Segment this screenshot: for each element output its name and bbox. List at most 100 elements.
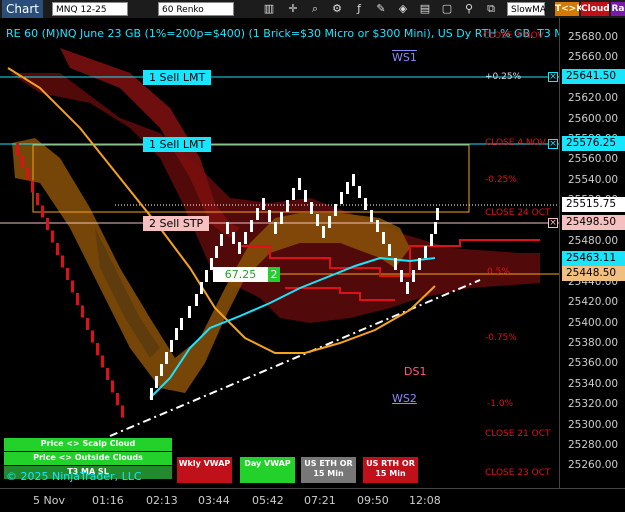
tk-toggle[interactable]: T<>K bbox=[555, 2, 583, 16]
renko-brick-up bbox=[205, 270, 208, 282]
price-tick: 25600.00 bbox=[568, 112, 619, 125]
time-tick: 07:21 bbox=[304, 494, 336, 507]
renko-brick-down bbox=[26, 168, 29, 180]
position-qty[interactable]: 2 bbox=[268, 267, 280, 282]
day-vwap-button[interactable]: Day VWAP bbox=[240, 457, 295, 483]
renko-brick-up bbox=[400, 270, 403, 282]
price-axis[interactable]: 25680.0025660.0025640.0025620.0025600.00… bbox=[559, 18, 625, 488]
renko-brick-down bbox=[31, 180, 34, 193]
chart-plot-area[interactable]: RE 60 (M)NQ June 23 GB (1%=200p=$400) (1… bbox=[0, 18, 559, 488]
renko-brick-up bbox=[434, 222, 437, 234]
renko-brick-up bbox=[406, 282, 409, 294]
rth-or-button[interactable]: US RTH OR 15 Min bbox=[363, 457, 418, 483]
renko-brick-up bbox=[370, 210, 373, 222]
renko-brick-up bbox=[346, 182, 349, 194]
cancel-order-3-icon[interactable]: × bbox=[548, 218, 558, 228]
bars-icon[interactable]: ▥ bbox=[262, 2, 276, 16]
level-close-4nov: CLOSE 4 NOV bbox=[485, 138, 546, 148]
renko-brick-up bbox=[155, 376, 158, 388]
price-tick: 25260.00 bbox=[568, 459, 619, 472]
level-ws2: WS2 bbox=[392, 392, 417, 405]
ra-toggle[interactable]: Ra bbox=[611, 2, 625, 16]
position-pnl[interactable]: 67.25 bbox=[213, 267, 268, 282]
lock-icon[interactable]: ▢ bbox=[440, 2, 454, 16]
renko-brick-down bbox=[86, 318, 89, 330]
price-tick: 25400.00 bbox=[568, 316, 619, 329]
level-minus-10: -1.0% bbox=[487, 399, 514, 409]
template-icon[interactable]: ▤ bbox=[418, 2, 432, 16]
renko-brick-up bbox=[256, 208, 259, 220]
eth-or-button[interactable]: US ETH OR 15 Min bbox=[301, 457, 356, 483]
level-minus-075: -0.75% bbox=[485, 333, 517, 343]
zoom-icon[interactable]: ⌕ bbox=[308, 2, 322, 16]
outside-clouds-button[interactable]: Price <> Outside Clouds bbox=[4, 452, 172, 465]
instrument-selector[interactable]: MNQ 12-25 bbox=[52, 2, 128, 16]
renko-brick-up bbox=[232, 232, 235, 244]
strategy-icon[interactable]: ◈ bbox=[396, 2, 410, 16]
indicator-icon[interactable]: ƒ bbox=[352, 2, 366, 16]
order-sell-lmt-2[interactable]: 1 Sell LMT bbox=[143, 137, 212, 152]
scalp-cloud-button[interactable]: Price <> Scalp Cloud bbox=[4, 438, 172, 451]
period-selector[interactable]: 60 Renko bbox=[158, 2, 234, 16]
time-tick: 05:42 bbox=[252, 494, 284, 507]
price-tick: 25680.00 bbox=[568, 31, 619, 43]
renko-brick-up bbox=[238, 242, 241, 254]
order-sell-stp[interactable]: 2 Sell STP bbox=[143, 216, 210, 231]
level-close-top: CLOSE 3 NOV bbox=[483, 31, 544, 41]
renko-brick-down bbox=[91, 330, 94, 343]
price-tick: 25300.00 bbox=[568, 418, 619, 431]
draw-icon[interactable]: ✎ bbox=[374, 2, 388, 16]
renko-brick-up bbox=[195, 294, 198, 306]
renko-brick-down bbox=[16, 143, 19, 155]
renko-brick-up bbox=[376, 220, 379, 232]
renko-brick-down bbox=[56, 243, 59, 255]
renko-brick-down bbox=[81, 305, 84, 318]
cancel-order-1-icon[interactable]: × bbox=[548, 72, 558, 82]
renko-brick-up bbox=[388, 244, 391, 256]
renko-brick-up bbox=[412, 270, 415, 282]
renko-brick-down bbox=[41, 205, 44, 218]
time-axis[interactable]: 5 Nov 01:16 02:13 03:44 05:42 07:21 09:50 12:08 bbox=[0, 488, 625, 512]
order-sell-lmt-1[interactable]: 1 Sell LMT bbox=[143, 70, 212, 85]
renko-brick-down bbox=[121, 405, 124, 418]
wkly-vwap-button[interactable]: Wkly VWAP bbox=[177, 457, 232, 483]
level-plus-025: +0.25% bbox=[485, 72, 522, 82]
link-icon[interactable]: ⧉ bbox=[484, 2, 498, 16]
renko-brick-up bbox=[226, 222, 229, 234]
renko-brick-up bbox=[328, 216, 331, 228]
renko-brick-up bbox=[298, 178, 301, 190]
level-05: 0.5% bbox=[487, 267, 510, 277]
time-tick: 5 Nov bbox=[33, 494, 65, 507]
level-close-21oct: CLOSE 21 OCT bbox=[485, 429, 551, 439]
renko-brick-up bbox=[310, 202, 313, 214]
renko-brick-down bbox=[21, 155, 24, 168]
renko-brick-down bbox=[116, 393, 119, 405]
attach-icon[interactable]: ⚲ bbox=[462, 2, 476, 16]
crosshair-icon[interactable]: ✛ bbox=[286, 2, 300, 16]
renko-brick-up bbox=[160, 364, 163, 376]
renko-brick-up bbox=[244, 232, 247, 244]
price-label-sell-lmt-1: 25641.50 bbox=[562, 69, 625, 84]
chart-title[interactable]: Chart bbox=[2, 0, 43, 18]
cloud-toggle[interactable]: Cloud bbox=[581, 2, 610, 16]
chart-header-text: RE 60 (M)NQ June 23 GB (1%=200p=$400) (1… bbox=[6, 27, 559, 40]
renko-brick-up bbox=[150, 388, 153, 400]
renko-brick-up bbox=[188, 306, 191, 318]
time-tick: 02:13 bbox=[146, 494, 178, 507]
renko-brick-down bbox=[101, 355, 104, 368]
level-minus-025: -0.25% bbox=[485, 175, 517, 185]
price-tick: 25280.00 bbox=[568, 439, 619, 451]
renko-brick-up bbox=[352, 174, 355, 186]
renko-brick-up bbox=[180, 318, 183, 330]
level-close-23oct: CLOSE 23 OCT bbox=[485, 468, 551, 478]
renko-brick-up bbox=[286, 200, 289, 212]
price-label-sell-lmt-2: 25576.25 bbox=[562, 136, 625, 151]
renko-brick-up bbox=[322, 226, 325, 238]
properties-icon[interactable]: ⚙ bbox=[330, 2, 344, 16]
price-tick: 25480.00 bbox=[568, 235, 619, 247]
price-tick: 25620.00 bbox=[568, 92, 619, 105]
renko-brick-up bbox=[165, 352, 168, 364]
cancel-order-2-icon[interactable]: × bbox=[548, 139, 558, 149]
renko-brick-up bbox=[175, 328, 178, 340]
indicator-selector[interactable]: SlowMA bbox=[507, 2, 546, 16]
